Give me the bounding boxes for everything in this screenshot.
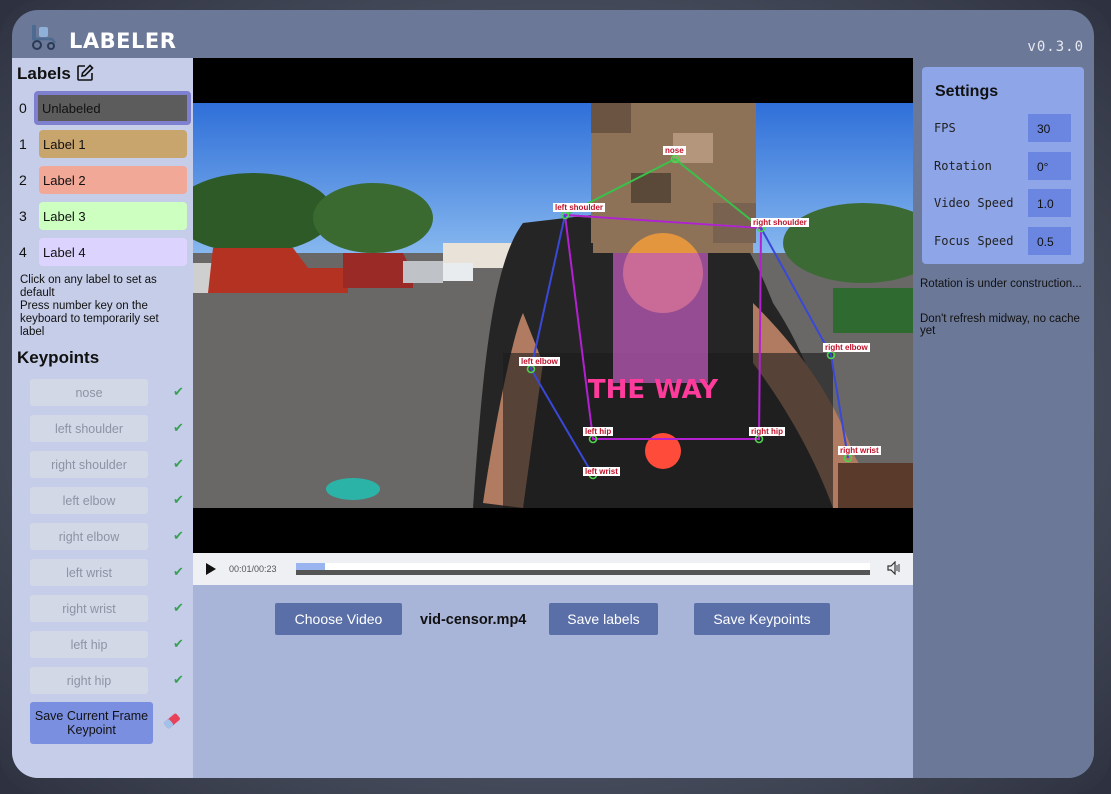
- check-icon: ✔: [173, 528, 184, 543]
- progress-buffer: [296, 570, 870, 575]
- check-icon: ✔: [173, 600, 184, 615]
- shirt-text: THE WAY: [588, 375, 719, 405]
- progress-fill: [296, 563, 325, 570]
- setting-input[interactable]: 0°: [1028, 151, 1071, 180]
- refresh-note: Don't refresh midway, no cache yet: [920, 313, 1080, 337]
- label-row: 2 Label 2: [12, 166, 193, 196]
- save-labels-button[interactable]: Save labels: [549, 603, 658, 635]
- version-label: v0.3.0: [1027, 39, 1084, 55]
- label-number: 0: [19, 100, 27, 116]
- keypoint-tag: left wrist: [583, 467, 620, 476]
- setting-row: Video Speed 1.0: [922, 189, 1084, 217]
- label-button[interactable]: Label 2: [39, 166, 187, 194]
- keypoint-row: left shoulder ✔: [12, 415, 193, 443]
- keypoint-button[interactable]: right shoulder: [30, 451, 148, 478]
- label-row: 1 Label 1: [12, 130, 193, 160]
- check-icon: ✔: [173, 384, 184, 399]
- keypoint-row: right shoulder ✔: [12, 451, 193, 479]
- keypoint-button[interactable]: right elbow: [30, 523, 148, 550]
- keypoint-tag: right wrist: [838, 446, 881, 455]
- keypoint-button[interactable]: nose: [30, 379, 148, 406]
- save-frame-keypoint-button[interactable]: Save Current Frame Keypoint: [30, 702, 153, 744]
- keypoint-tag: left shoulder: [553, 203, 606, 212]
- keypoint-button[interactable]: left hip: [30, 631, 148, 658]
- setting-input[interactable]: 0.5: [1028, 226, 1071, 255]
- app-window: LABELER v0.3.0 Labels 0 Unlabeled 1 Label 1…: [12, 10, 1094, 778]
- right-sidebar: Settings FPS 30 Rotation 0° Video Speed 1.0 Fo…: [913, 58, 1094, 778]
- label-row: 0 Unlabeled: [12, 91, 193, 125]
- progress-track: [296, 563, 870, 570]
- check-icon: ✔: [173, 672, 184, 687]
- label-button[interactable]: Label 4: [39, 238, 187, 266]
- choose-video-button[interactable]: Choose Video: [275, 603, 402, 635]
- setting-label: Rotation: [934, 158, 992, 173]
- settings-panel: Settings FPS 30 Rotation 0° Video Speed 1.0 Fo…: [922, 67, 1084, 264]
- app-title: LABELER: [69, 29, 177, 53]
- check-icon: ✔: [173, 420, 184, 435]
- label-number: 2: [19, 172, 27, 188]
- keypoint-button[interactable]: left elbow: [30, 487, 148, 514]
- progress-bar[interactable]: [296, 563, 870, 575]
- keypoints-title: Keypoints: [17, 348, 100, 367]
- keypoint-tag: left hip: [583, 427, 614, 436]
- keypoint-button[interactable]: right wrist: [30, 595, 148, 622]
- check-icon: ✔: [173, 456, 184, 471]
- edit-icon[interactable]: [76, 64, 94, 82]
- eraser-icon[interactable]: [161, 710, 183, 732]
- keypoint-button[interactable]: right hip: [30, 667, 148, 694]
- keypoint-tag: right hip: [749, 427, 785, 436]
- setting-input[interactable]: 30: [1028, 114, 1071, 142]
- check-icon: ✔: [173, 564, 184, 579]
- setting-label: Focus Speed: [934, 233, 1014, 248]
- keypoint-tag: right shoulder: [751, 218, 809, 227]
- volume-muted-icon[interactable]: [887, 561, 901, 575]
- filename-label: vid-censor.mp4: [420, 612, 527, 628]
- setting-input[interactable]: 1.0: [1028, 189, 1071, 217]
- label-hint-keyboard: Press number key on the keyboard to temp…: [20, 300, 159, 338]
- keypoint-row: nose ✔: [12, 379, 193, 407]
- main-panel: THE WAY nose left shoulder right shoulder l…: [193, 58, 913, 778]
- keypoint-tag: right elbow: [823, 343, 870, 352]
- label-button[interactable]: Label 3: [39, 202, 187, 230]
- setting-label: FPS: [934, 121, 956, 135]
- check-icon: ✔: [173, 636, 184, 651]
- keypoint-button[interactable]: left shoulder: [30, 415, 148, 442]
- check-icon: ✔: [173, 492, 184, 507]
- setting-label: Video Speed: [934, 196, 1014, 210]
- play-icon[interactable]: [206, 563, 216, 575]
- save-keypoints-button[interactable]: Save Keypoints: [694, 603, 830, 635]
- keypoint-row: left hip ✔: [12, 631, 193, 659]
- header: LABELER v0.3.0: [12, 10, 1094, 58]
- keypoint-row: left wrist ✔: [12, 559, 193, 587]
- label-number: 1: [19, 136, 27, 152]
- keypoint-row: right wrist ✔: [12, 595, 193, 623]
- labels-title: Labels: [17, 64, 71, 83]
- keypoint-row: right elbow ✔: [12, 523, 193, 551]
- keypoint-tag: nose: [663, 146, 686, 155]
- video-controls: 00:01/00:23: [193, 553, 913, 585]
- label-row: 4 Label 4: [12, 238, 193, 268]
- video-player[interactable]: THE WAY nose left shoulder right shoulder l…: [193, 58, 913, 553]
- setting-row: FPS 30: [922, 114, 1084, 142]
- label-button[interactable]: Unlabeled: [34, 91, 191, 125]
- rotation-note: Rotation is under construction...: [920, 278, 1082, 290]
- left-sidebar: Labels 0 Unlabeled 1 Label 1 2 Label 2 3 Label …: [12, 58, 193, 778]
- label-hint-default: Click on any label to set as default: [20, 274, 157, 299]
- label-row: 3 Label 3: [12, 202, 193, 232]
- video-frame: THE WAY: [193, 103, 913, 508]
- keypoint-row: left elbow ✔: [12, 487, 193, 515]
- label-button[interactable]: Label 1: [39, 130, 187, 158]
- settings-title: Settings: [935, 83, 999, 100]
- time-display: 00:01/00:23: [229, 564, 277, 574]
- keypoint-tag: left elbow: [519, 357, 560, 366]
- wheelchair-logo-icon: [32, 25, 56, 50]
- label-number: 4: [19, 244, 27, 260]
- keypoint-row: right hip ✔: [12, 667, 193, 695]
- setting-row: Focus Speed 0.5: [922, 226, 1084, 255]
- label-number: 3: [19, 208, 27, 224]
- keypoint-button[interactable]: left wrist: [30, 559, 148, 586]
- setting-row: Rotation 0°: [922, 151, 1084, 180]
